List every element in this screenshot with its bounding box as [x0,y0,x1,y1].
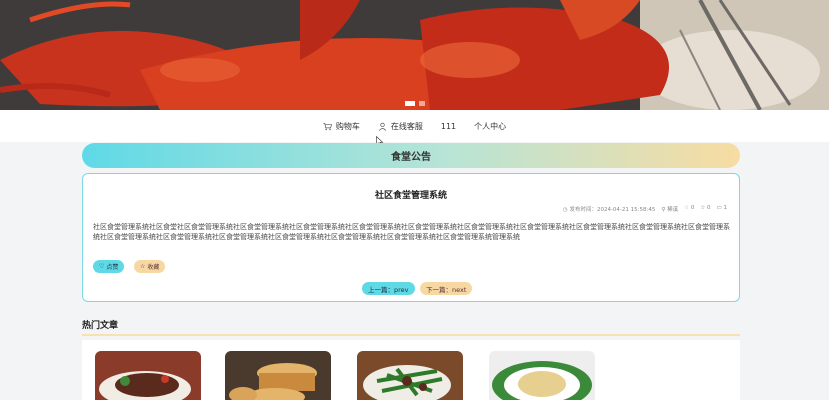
meta-views-count: 1 [723,205,728,211]
carousel-dot-2[interactable] [419,101,425,106]
meta-views: ▭ 1 [717,205,727,213]
nav-center-label: 个人中心 [474,121,507,131]
star-icon: ☆ [700,205,706,211]
hero-image [0,0,829,110]
hot-article-thumb-3[interactable] [354,348,466,400]
next-article-button[interactable]: 下一篇：next [420,282,473,295]
prev-article-button[interactable]: 上一篇：prev [362,282,415,295]
hero-banner[interactable] [0,0,829,110]
notice-banner: 食堂公告 [82,143,740,168]
favorite-button-label: 收藏 [147,264,160,271]
meta-likes-count: 0 [690,205,695,211]
nav-service[interactable]: 在线客服 [378,121,423,132]
carousel-dots[interactable] [405,101,425,106]
meta-likes: ♢ 0 [684,205,694,213]
article-card: 社区食堂管理系统 ◷ 发布时间：2024-04-21 15:58:45 ⚲ 稀溪… [82,173,740,302]
hot-article-thumb-4[interactable] [486,348,598,400]
nav-personal-center[interactable]: 个人中心 [474,121,506,132]
hot-article-image-1 [95,351,201,400]
hot-article-thumb-1[interactable] [92,348,204,400]
hot-articles-heading: 热门文章 [82,321,119,331]
author-icon: ⚲ [661,207,666,213]
nav-user-label: 111 [440,121,457,131]
next-article-label: 下一篇：next [426,285,467,294]
like-button-label: 点赞 [106,264,119,271]
notice-title: 食堂公告 [391,152,431,163]
like-button[interactable]: ♡ 点赞 [93,260,125,273]
cart-icon [323,122,332,130]
hot-article-image-3 [357,351,463,400]
article-title: 社区食堂管理系统 [374,191,447,201]
nav-cart[interactable]: 购物车 [323,121,360,132]
nav-user[interactable]: 111 [441,122,456,131]
carousel-dot-1[interactable] [405,101,415,106]
meta-favorites: ☆ 0 [700,205,710,213]
user-icon [378,122,387,131]
meta-publish-time-text: 发布时间：2024-04-21 15:58:45 [569,207,656,213]
clock-icon: ◷ [562,207,568,213]
hot-article-thumb-2[interactable] [222,348,334,400]
comment-icon: ▭ [716,205,722,211]
heart-icon: ♡ [99,263,105,270]
hot-article-image-2 [225,351,331,400]
hot-articles-divider [82,334,740,336]
prev-article-label: 上一篇：prev [368,285,409,294]
nav-cart-label: 购物车 [335,121,360,131]
meta-author: ⚲ 稀溪 [661,205,678,213]
thumb-icon: ♢ [684,205,690,211]
nav-service-label: 在线客服 [390,121,423,131]
meta-author-text: 稀溪 [667,207,679,213]
hot-article-image-4 [489,351,595,400]
meta-publish-time: ◷ 发布时间：2024-04-21 15:58:45 [563,205,655,213]
top-nav: 购物车 在线客服 111 个人中心 [0,110,829,142]
favorite-button[interactable]: ☆ 收藏 [134,260,166,273]
article-body: 社区食堂管理系统社区食堂社区食堂管理系统社区食堂管理系统社区食堂管理系统社区食堂… [93,223,730,241]
meta-favorites-count: 0 [707,205,711,211]
favorite-star-icon: ☆ [140,263,146,270]
article-meta: ◷ 发布时间：2024-04-21 15:58:45 ⚲ 稀溪 ♢ 0 ☆ 0 … [563,205,727,213]
